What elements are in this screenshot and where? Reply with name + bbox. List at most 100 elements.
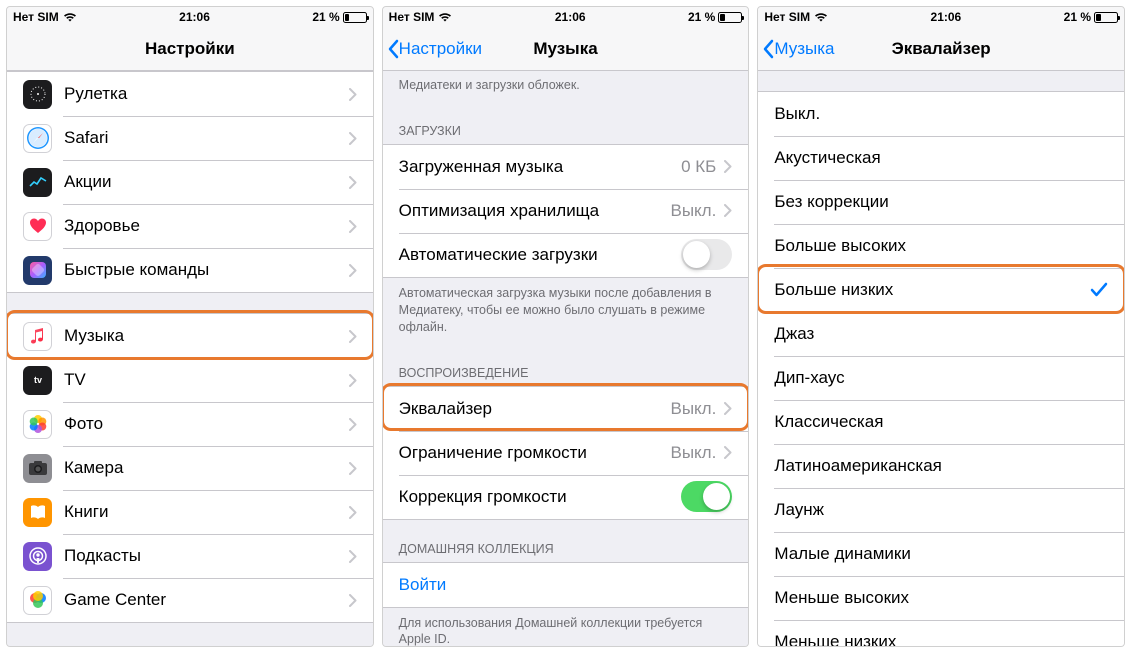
signin-label: Войти	[399, 575, 733, 595]
eq-option[interactable]: Выкл.	[758, 92, 1124, 136]
eq-option-label: Больше высоких	[774, 236, 1108, 256]
settings-list[interactable]: Рулетка Safari Акции Здоровье Быстрые команд…	[7, 71, 373, 646]
chevron-right-icon	[724, 446, 732, 459]
chevron-right-icon	[349, 594, 357, 607]
settings-row-gamecenter[interactable]: Game Center	[7, 578, 373, 622]
eq-option[interactable]: Малые динамики	[758, 532, 1124, 576]
chevron-left-icon	[387, 39, 399, 59]
chevron-right-icon	[724, 160, 732, 173]
eq-option[interactable]: Меньше низких	[758, 620, 1124, 646]
chevron-right-icon	[349, 550, 357, 563]
eq-option[interactable]: Лаунж	[758, 488, 1124, 532]
settings-row-tv[interactable]: tv TV	[7, 358, 373, 402]
chevron-right-icon	[349, 462, 357, 475]
equalizer-row[interactable]: Эквалайзер Выкл.	[383, 387, 749, 431]
settings-row-photos[interactable]: Фото	[7, 402, 373, 446]
library-footer: Медиатеки и загрузки обложек.	[383, 71, 749, 102]
tv-icon: tv	[23, 366, 52, 395]
equalizer-list[interactable]: Выкл. Акустическая Без коррекции Больше выс…	[758, 71, 1124, 646]
row-label: Фото	[64, 414, 349, 434]
eq-option-label: Акустическая	[774, 148, 1108, 168]
back-button[interactable]: Настройки	[383, 39, 482, 59]
battery-pct-label: 21 %	[688, 10, 715, 24]
row-label: Ограничение громкости	[399, 443, 671, 463]
eq-option[interactable]: Меньше высоких	[758, 576, 1124, 620]
nav-bar: Настройки	[7, 27, 373, 71]
carrier-label: Нет SIM	[764, 10, 810, 24]
chevron-left-icon	[762, 39, 774, 59]
automatic-downloads-row[interactable]: Автоматические загрузки	[383, 233, 749, 277]
row-label: Рулетка	[64, 84, 349, 104]
row-label: Оптимизация хранилища	[399, 201, 671, 221]
signin-row[interactable]: Войти	[383, 563, 749, 607]
back-label: Музыка	[774, 39, 834, 59]
equalizer-screen: Нет SIM 21:06 21 % Музыка Эквалайзер Вык…	[757, 6, 1125, 647]
eq-option[interactable]: Больше низких	[758, 268, 1124, 312]
chevron-right-icon	[349, 88, 357, 101]
measure-icon	[23, 80, 52, 109]
chevron-right-icon	[724, 402, 732, 415]
eq-option[interactable]: Джаз	[758, 312, 1124, 356]
settings-row-stocks[interactable]: Акции	[7, 160, 373, 204]
row-label: Быстрые команды	[64, 260, 349, 280]
page-title: Настройки	[7, 39, 373, 59]
battery-icon	[1094, 12, 1118, 23]
chevron-right-icon	[349, 132, 357, 145]
settings-row-measure[interactable]: Рулетка	[7, 72, 373, 116]
row-label: Камера	[64, 458, 349, 478]
chevron-right-icon	[349, 418, 357, 431]
settings-row-music[interactable]: Музыка	[7, 314, 373, 358]
status-bar: Нет SIM 21:06 21 %	[7, 7, 373, 27]
eq-option-label: Дип-хаус	[774, 368, 1108, 388]
chevron-right-icon	[349, 264, 357, 277]
music-settings-list[interactable]: Медиатеки и загрузки обложек. ЗАГРУЗКИ З…	[383, 71, 749, 646]
eq-option[interactable]: Акустическая	[758, 136, 1124, 180]
row-label: Акции	[64, 172, 349, 192]
eq-option[interactable]: Классическая	[758, 400, 1124, 444]
battery-pct-label: 21 %	[1064, 10, 1091, 24]
eq-option-label: Меньше низких	[774, 632, 1108, 646]
music-icon	[23, 322, 52, 351]
settings-row-health[interactable]: Здоровье	[7, 204, 373, 248]
battery-pct-label: 21 %	[312, 10, 339, 24]
settings-root-screen: Нет SIM 21:06 21 % Настройки Рулетка Safa…	[6, 6, 374, 647]
chevron-right-icon	[349, 506, 357, 519]
eq-option-label: Латиноамериканская	[774, 456, 1108, 476]
row-value: Выкл.	[671, 443, 717, 463]
photos-icon	[23, 410, 52, 439]
podcasts-icon	[23, 542, 52, 571]
auto-downloads-toggle[interactable]	[681, 239, 732, 270]
svg-text:tv: tv	[33, 375, 41, 385]
row-label: Здоровье	[64, 216, 349, 236]
clock-label: 21:06	[179, 10, 210, 24]
settings-row-books[interactable]: Книги	[7, 490, 373, 534]
settings-row-shortcuts[interactable]: Быстрые команды	[7, 248, 373, 292]
optimize-storage-row[interactable]: Оптимизация хранилища Выкл.	[383, 189, 749, 233]
row-value: 0 КБ	[681, 157, 716, 177]
row-label: TV	[64, 370, 349, 390]
row-label: Эквалайзер	[399, 399, 671, 419]
downloaded-music-row[interactable]: Загруженная музыка 0 КБ	[383, 145, 749, 189]
chevron-right-icon	[349, 330, 357, 343]
playback-header: ВОСПРОИЗВЕДЕНИЕ	[383, 344, 749, 386]
back-button[interactable]: Музыка	[758, 39, 834, 59]
eq-option[interactable]: Дип-хаус	[758, 356, 1124, 400]
eq-option[interactable]: Больше высоких	[758, 224, 1124, 268]
chevron-right-icon	[349, 374, 357, 387]
row-label: Музыка	[64, 326, 349, 346]
settings-row-safari[interactable]: Safari	[7, 116, 373, 160]
settings-row-camera[interactable]: Камера	[7, 446, 373, 490]
row-label: Safari	[64, 128, 349, 148]
sound-check-row[interactable]: Коррекция громкости	[383, 475, 749, 519]
settings-row-podcasts[interactable]: Подкасты	[7, 534, 373, 578]
health-icon	[23, 212, 52, 241]
books-icon	[23, 498, 52, 527]
safari-icon	[23, 124, 52, 153]
eq-option[interactable]: Без коррекции	[758, 180, 1124, 224]
battery-icon	[718, 12, 742, 23]
carrier-label: Нет SIM	[13, 10, 59, 24]
volume-limit-row[interactable]: Ограничение громкости Выкл.	[383, 431, 749, 475]
eq-option[interactable]: Латиноамериканская	[758, 444, 1124, 488]
row-label: Game Center	[64, 590, 349, 610]
sound-check-toggle[interactable]	[681, 481, 732, 512]
